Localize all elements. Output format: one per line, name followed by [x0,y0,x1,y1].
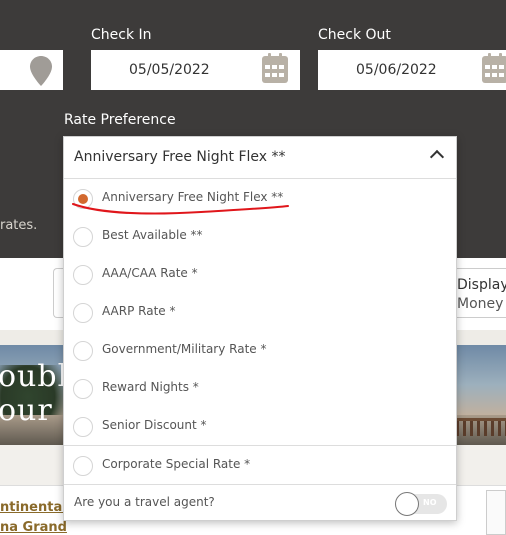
radio-icon[interactable] [73,303,93,323]
destination-field[interactable] [0,50,63,90]
rate-option-label: Senior Discount * [102,418,207,432]
radio-icon[interactable] [73,265,93,285]
rate-option-aaa-caa[interactable]: AAA/CAA Rate * [64,255,456,293]
travel-agent-label: Are you a travel agent? [74,495,215,509]
rate-option-label: AARP Rate * [102,304,176,318]
travel-agent-row: Are you a travel agent? NO [64,484,456,520]
hotel-name-link[interactable]: ntinental [0,500,67,515]
red-underline-annotation [72,203,289,215]
rate-option-government-military[interactable]: Government/Military Rate * [64,331,456,369]
display-prices-select[interactable]: Display Prices Money [450,268,506,318]
rate-option-label: AAA/CAA Rate * [102,266,198,280]
check-out-value: 05/06/2022 [356,62,437,78]
rates-note: rates. [0,218,38,233]
calendar-icon[interactable] [482,53,506,83]
check-in-field[interactable]: 05/05/2022 [91,50,300,90]
toggle-state-label: NO [423,498,437,507]
rate-preference-dropdown: Anniversary Free Night Flex ** Anniversa… [63,136,457,521]
radio-icon[interactable] [73,417,93,437]
hotel-name-link-line2[interactable]: na Grand [0,520,67,535]
rate-option-best-available[interactable]: Best Available ** [64,217,456,255]
radio-icon[interactable] [73,227,93,247]
radio-icon[interactable] [73,341,93,361]
check-out-field[interactable]: 05/06/2022 [318,50,506,90]
display-prices-label: Display Prices [457,277,506,293]
rate-option-corporate-special[interactable]: Corporate Special Rate * [64,446,456,484]
location-pin-icon [30,56,52,86]
hotel-thumbnail [486,490,506,535]
rate-option-label: Reward Nights * [102,380,199,394]
rate-preference-label: Rate Preference [64,112,176,128]
rate-option-reward-nights[interactable]: Reward Nights * [64,369,456,407]
rate-option-label: Corporate Special Rate * [102,457,251,471]
check-in-value: 05/05/2022 [129,62,210,78]
radio-icon[interactable] [73,456,93,476]
promo-headline-line2: our [0,393,53,428]
check-out-label: Check Out [318,27,391,43]
rate-option-senior-discount[interactable]: Senior Discount * [64,407,456,445]
calendar-icon[interactable] [262,53,288,83]
toggle-knob [395,492,419,516]
selected-rate: Anniversary Free Night Flex ** [74,149,286,165]
check-in-label: Check In [91,27,152,43]
rate-preference-select[interactable]: Anniversary Free Night Flex ** [64,137,456,179]
travel-agent-toggle[interactable]: NO [395,492,447,516]
rate-option-label: Best Available ** [102,228,203,242]
chevron-up-icon[interactable] [429,149,445,165]
rate-option-aarp[interactable]: AARP Rate * [64,293,456,331]
display-prices-value: Money [457,296,504,312]
pier-graphic [456,418,506,436]
rate-option-label: Government/Military Rate * [102,342,267,356]
radio-icon[interactable] [73,379,93,399]
